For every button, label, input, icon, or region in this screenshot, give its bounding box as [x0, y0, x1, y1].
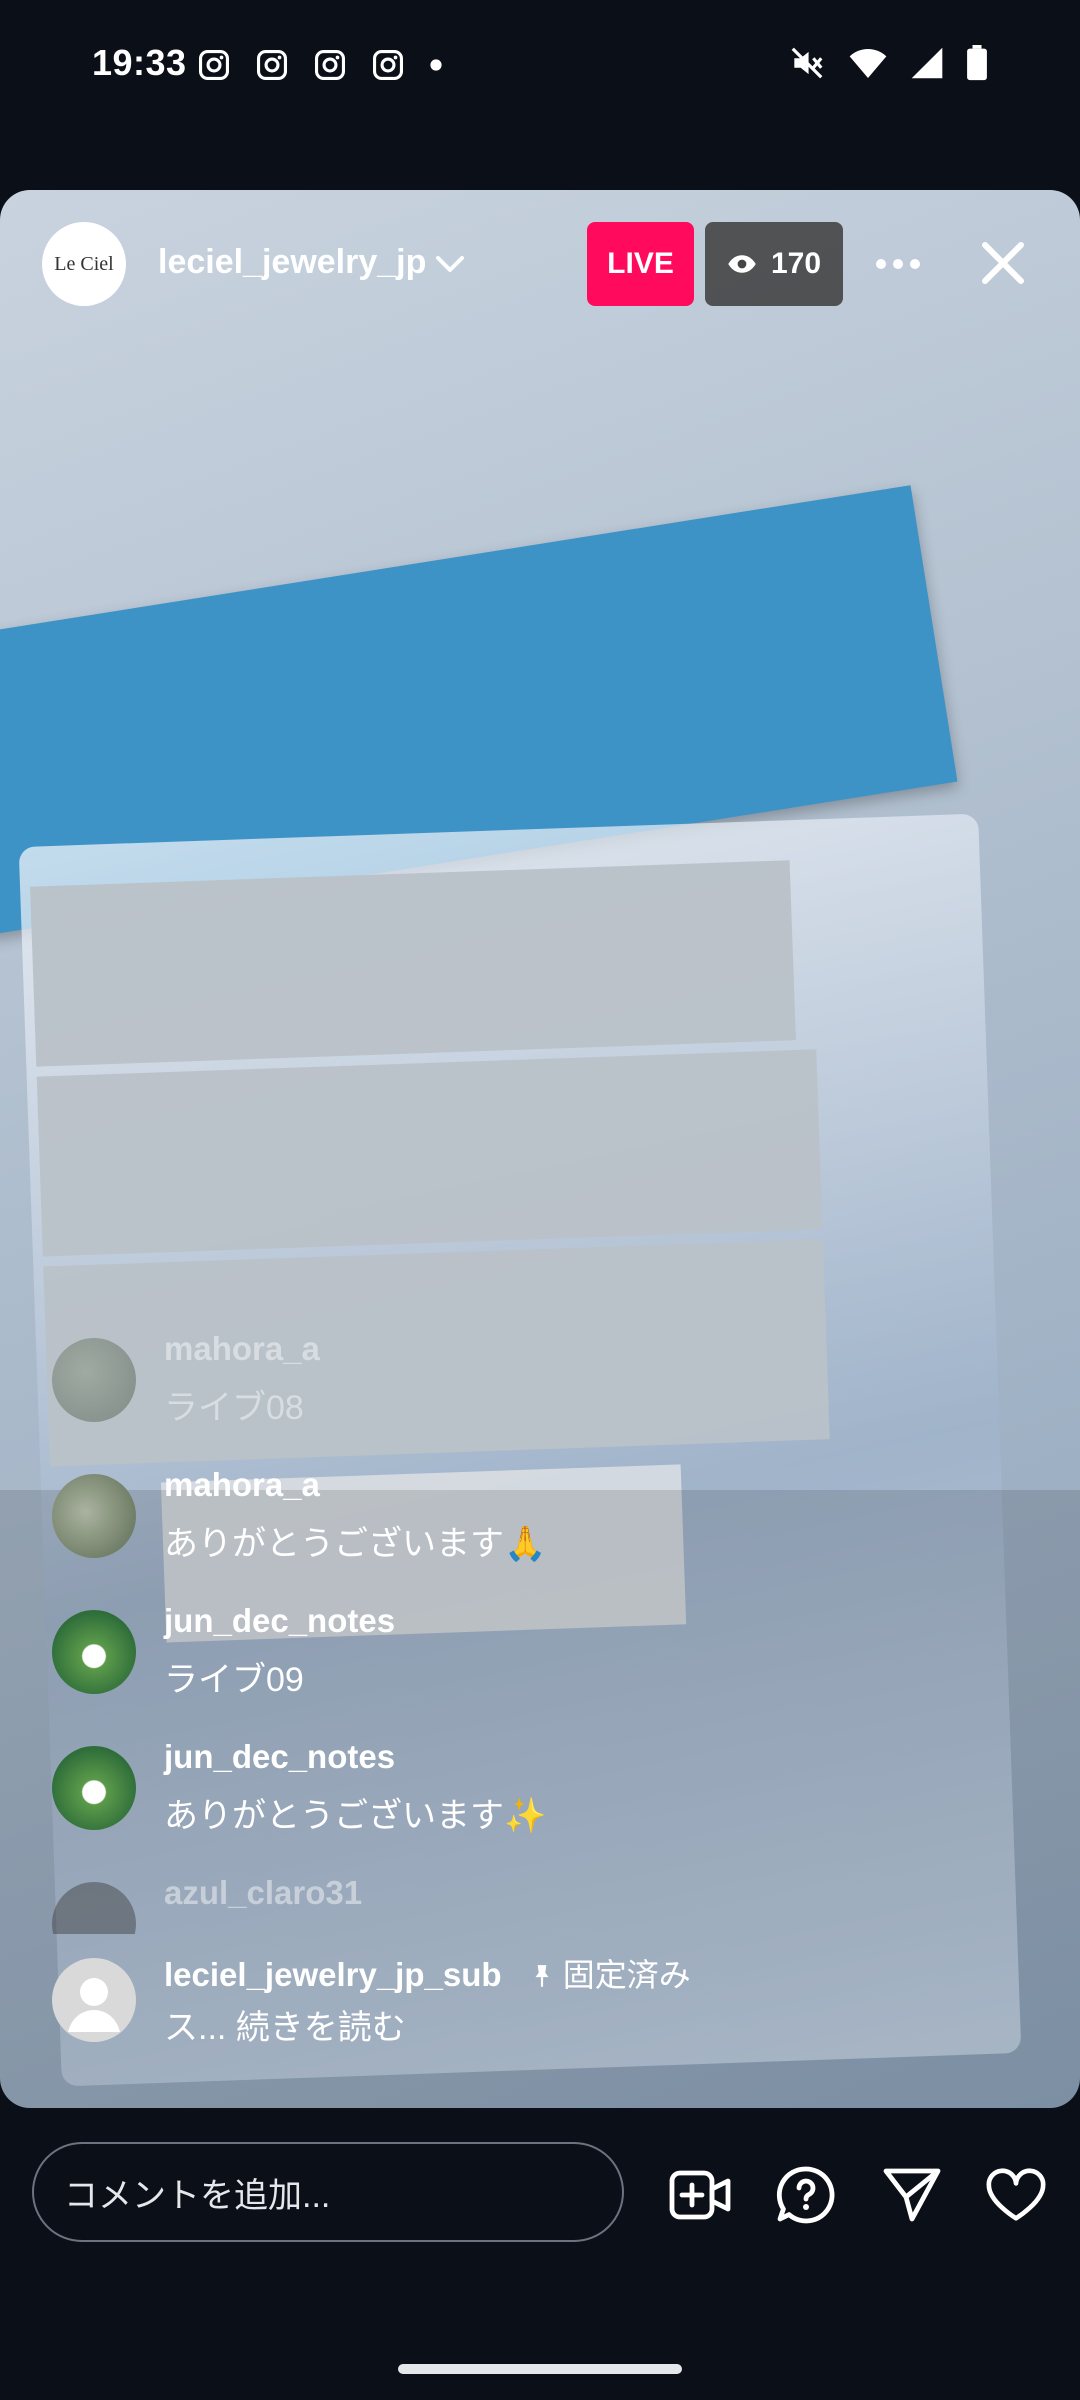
signal-icon — [911, 47, 943, 79]
comment-text: ありがとうございます✨ — [164, 1797, 547, 1835]
comment-item: jun_dec_notes ライブ09 — [52, 1602, 952, 1722]
avatar-text: Le Ciel — [54, 252, 114, 275]
avatar[interactable] — [52, 1746, 136, 1830]
avatar[interactable] — [52, 1338, 136, 1422]
question-icon[interactable] — [773, 2162, 839, 2228]
comment-username[interactable]: mahora_a — [164, 1330, 320, 1368]
video-paper-slip — [36, 1049, 823, 1257]
comment-text: ライブ09 — [164, 1661, 304, 1699]
battery-icon — [967, 45, 987, 81]
heart-icon[interactable] — [983, 2162, 1049, 2228]
comment-username[interactable]: leciel_jewelry_jp_sub 固定済み — [164, 1950, 691, 1996]
instagram-icon — [256, 49, 288, 81]
host-avatar[interactable]: Le Ciel — [42, 222, 126, 306]
avatar[interactable] — [52, 1882, 136, 1934]
avatar[interactable] — [52, 1610, 136, 1694]
add-video-icon[interactable] — [667, 2162, 733, 2228]
notification-icons — [197, 48, 443, 82]
more-options-icon[interactable] — [872, 230, 924, 298]
home-indicator[interactable] — [398, 2364, 682, 2374]
pinned-comment[interactable]: leciel_jewelry_jp_sub 固定済み ス... 続きを読む — [52, 1950, 952, 2070]
instagram-icon — [372, 49, 404, 81]
status-bar: 19:33 — [0, 0, 1080, 135]
mute-icon — [791, 47, 823, 79]
close-icon[interactable] — [968, 228, 1038, 298]
default-avatar-icon[interactable] — [52, 1958, 136, 2042]
comment-username[interactable]: azul_claro31 — [164, 1874, 362, 1912]
comment-item: jun_dec_notes ありがとうございます✨ — [52, 1738, 952, 1858]
comment-input[interactable]: コメントを追加... — [32, 2142, 624, 2242]
pinned-label: 固定済み — [529, 1957, 691, 1993]
eye-icon — [728, 255, 756, 273]
comment-username[interactable]: jun_dec_notes — [164, 1738, 395, 1776]
comment-text: ありがとうございます🙏 — [164, 1525, 547, 1563]
instagram-icon — [314, 49, 346, 81]
comment-username[interactable]: mahora_a — [164, 1466, 320, 1504]
host-username[interactable]: leciel_jewelry_jp — [158, 243, 426, 282]
instagram-icon — [198, 49, 230, 81]
comment-item: mahora_a ライブ08 — [52, 1330, 952, 1450]
system-icons — [788, 44, 988, 82]
dot-icon — [430, 59, 442, 71]
comment-item: azul_claro31 — [52, 1874, 952, 1934]
send-icon[interactable] — [879, 2162, 945, 2228]
live-badge: LIVE — [587, 222, 694, 306]
chevron-down-icon[interactable] — [432, 246, 468, 287]
comment-text: ライブ08 — [164, 1389, 304, 1427]
wifi-icon — [849, 49, 887, 78]
comment-placeholder: コメントを追加... — [64, 2176, 331, 2215]
comment-item: mahora_a ありがとうございます🙏 — [52, 1466, 952, 1586]
avatar[interactable] — [52, 1474, 136, 1558]
pinned-text: 固定済み — [562, 1957, 691, 1993]
comment-text[interactable]: ス... 続きを読む — [164, 2000, 406, 2049]
pinned-username[interactable]: leciel_jewelry_jp_sub — [164, 1956, 502, 1993]
viewer-count: 170 — [770, 247, 822, 280]
viewer-count-badge[interactable]: 170 — [705, 222, 843, 306]
comment-username[interactable]: jun_dec_notes — [164, 1602, 395, 1640]
status-time: 19:33 — [92, 42, 187, 83]
pin-icon — [535, 1965, 549, 1987]
video-paper-slip — [30, 860, 796, 1067]
